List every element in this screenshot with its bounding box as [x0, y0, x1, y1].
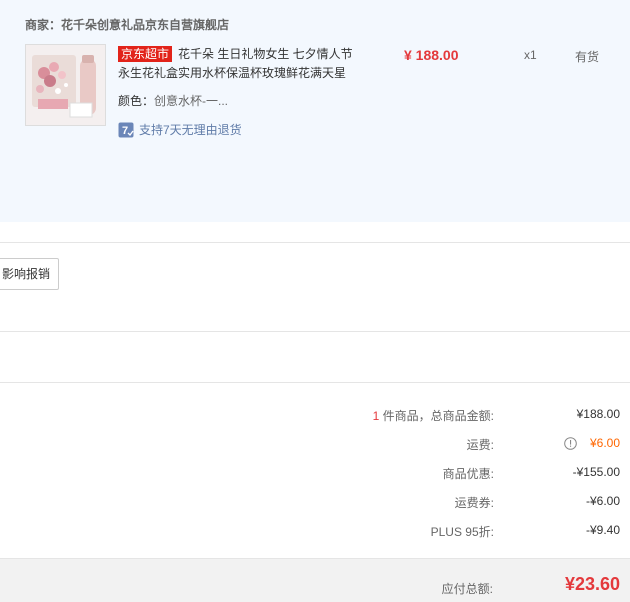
product-image-art [26, 45, 105, 125]
items-label-text: 件商品，总商品金额: [379, 409, 494, 423]
plus-discount-label: PLUS 95折: [430, 525, 494, 539]
items-total-label: 1 件商品，总商品金额: [373, 407, 494, 424]
payable-value: ¥23.60 [564, 574, 620, 594]
summary-plus-row: PLUS 95折: -¥9.40 [0, 523, 630, 543]
summary-discount-row: 商品优惠: -¥155.00 [0, 465, 630, 485]
shipping-coupon-value: -¥6.00 [585, 494, 620, 508]
order-item-panel: 商家：花千朵创意礼品京东自营旗舰店 京东超市 花千朵 生日礼物女生 七夕情人节永生… [0, 0, 630, 222]
summary-shipping-row: 运费: ¥6.00 [0, 436, 630, 456]
product-quantity: x1 [524, 48, 537, 62]
divider [0, 382, 630, 383]
shipping-coupon-label: 运费券: [454, 496, 494, 510]
shop-label: 商家： [25, 18, 62, 32]
plus-discount-value: -¥9.40 [585, 523, 620, 537]
stock-status: 有货 [575, 50, 600, 64]
color-label: 颜色： [118, 94, 155, 108]
summary-shipping-coupon-row: 运费券: -¥6.00 [0, 494, 630, 514]
summary-items-row: 1 件商品，总商品金额: ¥188.00 [0, 407, 630, 427]
payable-total-bar: 应付总额: ¥23.60 [0, 558, 630, 602]
shop-name[interactable]: 商家：花千朵创意礼品京东自营旗舰店 [25, 16, 229, 33]
info-icon[interactable] [564, 437, 577, 450]
divider [0, 331, 630, 332]
discount-label: 商品优惠: [442, 467, 494, 481]
reimbursement-button[interactable]: 影响报销 [0, 258, 59, 290]
shop-name-text: 花千朵创意礼品京东自营旗舰店 [61, 18, 230, 32]
7-day-return-icon: 7 [118, 122, 134, 138]
product-price: ¥ 188.00 [404, 47, 459, 63]
discount-value: -¥155.00 [572, 465, 620, 479]
return-policy-text: 支持7天无理由退货 [139, 123, 242, 137]
divider [0, 242, 630, 243]
shipping-value: ¥6.00 [589, 436, 620, 450]
product-title[interactable]: 京东超市 花千朵 生日礼物女生 七夕情人节永生花礼盒实用水杯保温杯玫瑰鲜花满天星 [118, 45, 363, 83]
svg-text:7: 7 [122, 125, 128, 137]
product-color: 颜色：创意水杯-一... [118, 92, 228, 109]
color-value: 创意水杯-一... [154, 94, 229, 108]
jd-supermarket-tag: 京东超市 [118, 46, 173, 62]
items-total-value: ¥188.00 [576, 407, 620, 421]
return-policy[interactable]: 7 支持7天无理由退货 [118, 121, 242, 138]
payable-label: 应付总额: [441, 582, 493, 596]
product-image[interactable] [25, 44, 106, 126]
shipping-label: 运费: [466, 438, 494, 452]
